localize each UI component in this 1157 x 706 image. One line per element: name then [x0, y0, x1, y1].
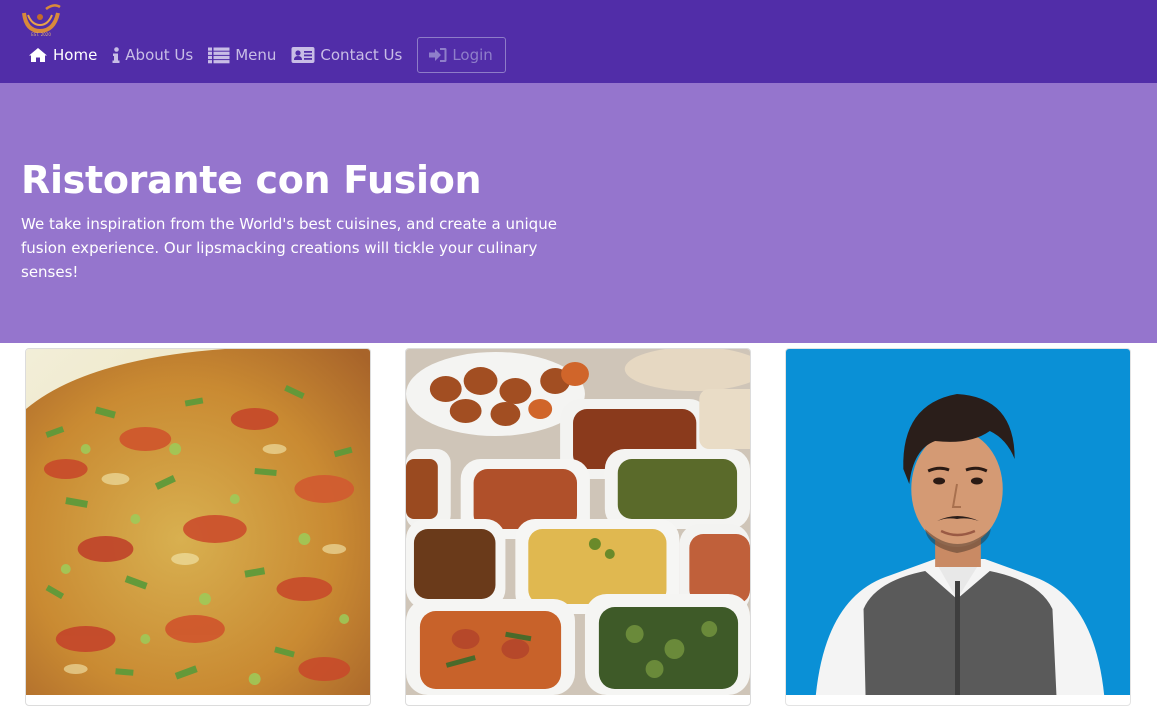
featured-cards — [0, 343, 1157, 706]
login-button[interactable]: Login — [417, 37, 506, 73]
chef-portrait-image — [786, 349, 1130, 695]
list-icon — [208, 47, 230, 63]
brand-logo[interactable]: EST. 2020 — [20, 3, 62, 37]
nav-item-label: About Us — [125, 46, 194, 64]
pizza-image — [26, 349, 370, 695]
nav-item-home[interactable]: Home — [28, 46, 97, 64]
sign-in-icon — [429, 48, 447, 62]
jumbotron: Ristorante con Fusion We take inspiratio… — [0, 83, 1157, 343]
jumbotron-content: Ristorante con Fusion We take inspiratio… — [21, 157, 581, 284]
nav-item-contact[interactable]: Contact Us — [291, 46, 402, 64]
info-icon — [112, 47, 120, 63]
address-card-icon — [291, 47, 315, 63]
restaurant-description: We take inspiration from the World's bes… — [21, 215, 557, 281]
nav-item-label: Contact Us — [320, 46, 403, 64]
nav-item-label: Home — [53, 46, 98, 64]
nav-item-label: Menu — [235, 46, 277, 64]
home-icon — [29, 48, 47, 62]
featured-card[interactable] — [785, 348, 1131, 706]
page-title: Ristorante con Fusion — [21, 158, 482, 202]
restaurant-logo-icon: EST. 2020 — [22, 4, 61, 37]
featured-card[interactable] — [25, 348, 371, 706]
featured-card[interactable] — [405, 348, 751, 706]
nav-item-menu[interactable]: Menu — [208, 46, 276, 64]
buffet-dishes-image — [406, 349, 750, 695]
nav-item-about[interactable]: About Us — [112, 46, 193, 64]
login-label: Login — [452, 46, 493, 64]
navbar: EST. 2020 Home About Us Menu Contact Us … — [0, 0, 1157, 83]
main-nav: Home About Us Menu Contact Us Login — [28, 36, 506, 74]
